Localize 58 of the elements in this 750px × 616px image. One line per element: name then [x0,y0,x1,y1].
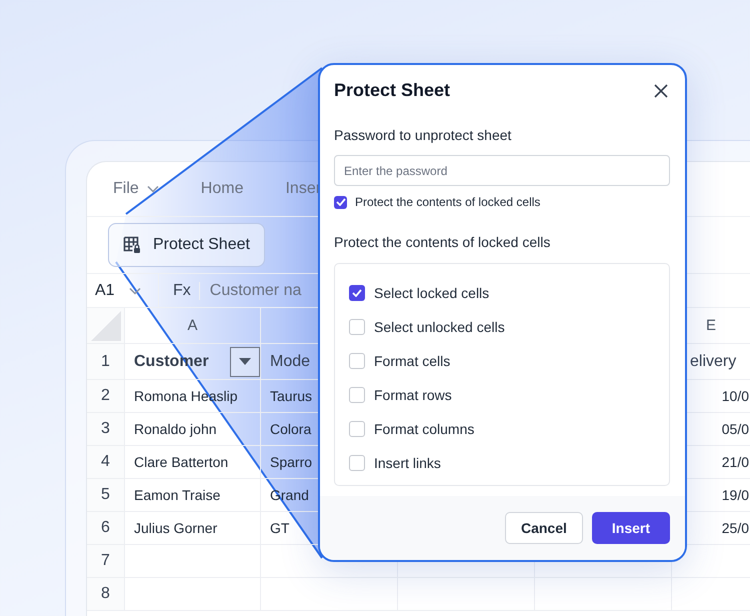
chevron-down-icon [128,286,141,294]
option-label: Format rows [374,387,452,403]
table-cell: Taurus [270,388,312,404]
row-number: 5 [87,479,125,512]
option-label: Format cells [374,353,450,369]
table-cell: 21/0 [722,454,749,470]
checkbox[interactable] [349,421,365,437]
dialog-title: Protect Sheet [334,80,450,101]
table-cell: 25/0 [722,520,749,536]
password-label: Password to unprotect sheet [334,127,512,143]
table-cell: 10/0 [722,388,749,404]
checkbox[interactable] [349,455,365,471]
close-icon [652,82,670,100]
table-cell: 05/0 [722,421,749,437]
table-lock-icon [123,236,141,254]
fx-label: Fx [159,282,200,300]
header-cell: elivery [690,352,736,370]
password-field[interactable]: Enter the password [334,155,670,186]
option-label: Format columns [374,421,474,437]
row-number: 4 [87,446,125,479]
table-cell: Julius Gorner [134,520,218,536]
menu-item[interactable]: Home [200,180,244,198]
protect-sheet-button[interactable]: Protect Sheet [108,223,265,267]
formula-content: Customer na [208,282,302,300]
row-number: 1 [87,344,125,380]
row-number: 6 [87,512,125,545]
filter-button[interactable] [230,346,260,376]
checkbox[interactable] [349,387,365,403]
header-cell: Mode [270,352,310,370]
check-icon [352,289,362,297]
cancel-button[interactable]: Cancel [504,512,583,544]
menu-item[interactable]: File [113,180,159,198]
insert-button[interactable]: Insert [592,512,670,544]
row-number: 8 [87,578,125,611]
checkbox[interactable] [334,196,347,208]
table-cell: Ronaldo john [134,421,217,437]
option-label: Select unlocked cells [374,319,505,335]
checkbox[interactable] [349,319,365,335]
column-header[interactable]: A [125,308,261,344]
caret-down-icon [239,358,251,365]
table-cell: 19/0 [722,487,749,503]
table-cell: Eamon Traise [134,487,220,503]
option-label: Select locked cells [374,285,490,301]
table-cell: Colora [270,421,312,437]
table-cell: GT [270,520,290,536]
check-icon [336,198,346,206]
row-number: 3 [87,413,125,446]
row-number: 2 [87,380,125,413]
table-cell: Sparro [270,454,312,470]
close-button[interactable] [652,82,670,100]
section-title: Protect the contents of locked cells [334,234,552,250]
checkbox[interactable] [349,353,365,369]
cell-reference: A1 [95,282,115,300]
row-number: 7 [87,545,125,578]
checkbox-label: Protect the contents of locked cells [355,195,540,209]
checkbox[interactable] [349,285,365,301]
option-label: Insert links [374,455,441,471]
table-cell: Clare Batterton [134,454,228,470]
